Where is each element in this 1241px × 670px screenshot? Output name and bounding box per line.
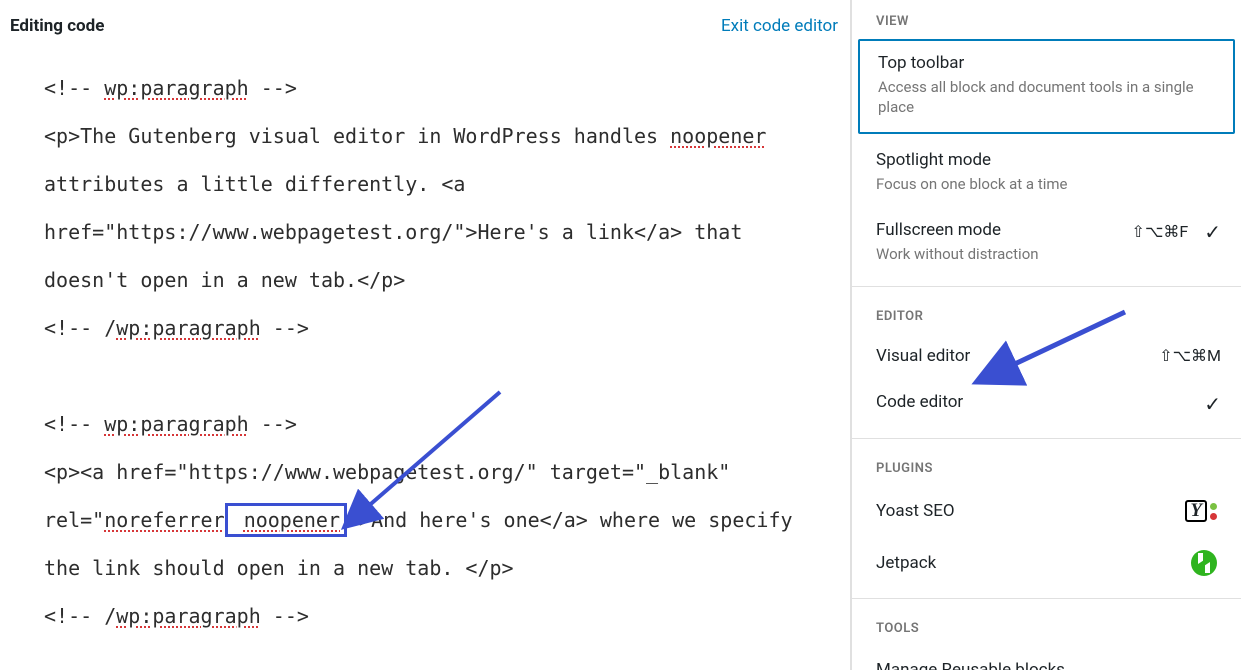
noopener-highlight: noopener — [225, 503, 347, 537]
top-toolbar-option[interactable]: Top toolbar Access all block and documen… — [858, 39, 1235, 134]
jetpack-icon — [1191, 550, 1217, 576]
divider — [852, 598, 1241, 599]
fullscreen-shortcut: ⇧⌥⌘F — [1132, 222, 1189, 241]
visual-editor-option[interactable]: Visual editor ⇧⌥⌘M — [852, 334, 1241, 380]
divider — [852, 286, 1241, 287]
code-editor-option[interactable]: Code editor ✓ — [852, 380, 1241, 430]
jetpack-plugin[interactable]: Jetpack — [852, 536, 1241, 590]
visual-shortcut: ⇧⌥⌘M — [1159, 346, 1221, 365]
code-editor-panel: Editing code Exit code editor <!-- wp:pa… — [0, 0, 851, 670]
check-icon: ✓ — [1204, 392, 1221, 416]
yoast-seo-plugin[interactable]: Yoast SEO Y — [852, 486, 1241, 536]
view-section-label: VIEW — [852, 0, 1241, 39]
tools-section-label: TOOLS — [852, 607, 1241, 646]
manage-reusable-blocks[interactable]: Manage Reusable blocks — [852, 646, 1241, 670]
plugins-section-label: PLUGINS — [852, 447, 1241, 486]
yoast-icon: Y — [1185, 500, 1217, 522]
divider — [852, 438, 1241, 439]
editor-section-label: EDITOR — [852, 295, 1241, 334]
spotlight-mode-option[interactable]: Spotlight mode Focus on one block at a t… — [852, 138, 1241, 208]
check-icon: ✓ — [1204, 220, 1221, 244]
code-editor-header: Editing code Exit code editor — [0, 8, 850, 56]
fullscreen-mode-option[interactable]: Fullscreen mode Work without distraction… — [852, 208, 1241, 278]
exit-code-editor-link[interactable]: Exit code editor — [721, 16, 838, 36]
code-textarea[interactable]: <!-- wp:paragraph --> <p>The Gutenberg v… — [0, 56, 850, 640]
page-title: Editing code — [10, 16, 104, 36]
options-sidebar: VIEW Top toolbar Access all block and do… — [851, 0, 1241, 670]
